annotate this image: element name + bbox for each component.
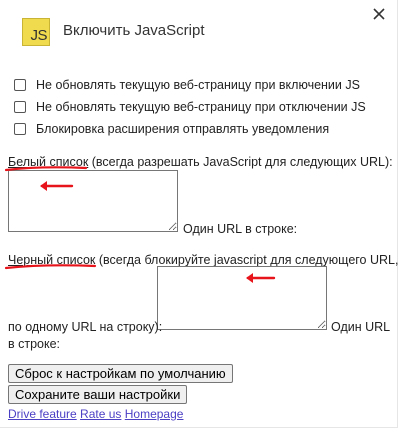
annotation-arrow-whitelist: [40, 181, 74, 191]
annotation-underline-whitelist: [4, 166, 88, 172]
extension-popup: JS Включить JavaScript Не обновлять теку…: [0, 0, 398, 428]
annotation-layer: [4, 166, 276, 283]
annotation-underline-blacklist: [4, 264, 97, 270]
annotation-arrow-blacklist: [246, 273, 276, 283]
